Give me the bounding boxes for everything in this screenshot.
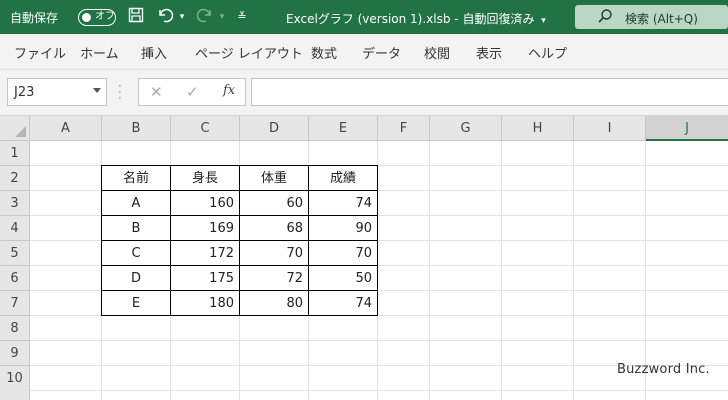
gridline bbox=[573, 141, 574, 400]
table-cell[interactable]: 175 bbox=[171, 266, 240, 291]
name-box[interactable]: J23 bbox=[7, 78, 107, 106]
search-label: 検索 (Alt+Q) bbox=[625, 12, 698, 26]
undo-dropdown-icon[interactable]: ▾ bbox=[172, 7, 192, 27]
row-header-7[interactable]: 7 bbox=[0, 291, 30, 316]
column-header-f[interactable]: F bbox=[378, 116, 430, 141]
redo-dropdown-icon: ▾ bbox=[219, 12, 225, 22]
search-box[interactable]: 検索 (Alt+Q) bbox=[575, 5, 728, 29]
table-cell[interactable]: 80 bbox=[240, 291, 309, 316]
table-cell[interactable]: 74 bbox=[309, 191, 378, 216]
insert-function-button[interactable]: fx bbox=[223, 83, 235, 98]
gridline bbox=[429, 141, 430, 400]
table-cell[interactable]: A bbox=[101, 191, 171, 216]
row-header-9[interactable]: 9 bbox=[0, 341, 30, 366]
column-header-b[interactable]: B bbox=[102, 116, 171, 141]
column-header-h[interactable]: H bbox=[502, 116, 574, 141]
worksheet-grid[interactable]: A B C D E F G H I J 1 2 3 4 5 6 7 8 9 10… bbox=[0, 116, 728, 400]
customize-quick-access-icon[interactable]: ≚ bbox=[232, 7, 252, 27]
table-cell[interactable]: D bbox=[101, 266, 171, 291]
enter-entry-icon[interactable]: ✓ bbox=[186, 83, 199, 101]
autosave-toggle-label: オフ bbox=[95, 11, 115, 22]
column-header-e[interactable]: E bbox=[309, 116, 378, 141]
tab-review[interactable]: 校閲 bbox=[424, 43, 450, 62]
row-header-4[interactable]: 4 bbox=[0, 216, 30, 241]
column-header-c[interactable]: C bbox=[171, 116, 240, 141]
row-header-10[interactable]: 10 bbox=[0, 366, 30, 400]
title-dropdown-icon[interactable]: ▾ bbox=[541, 16, 546, 26]
formula-buttons: ✕ ✓ fx bbox=[138, 78, 246, 106]
table-cell[interactable]: 70 bbox=[309, 241, 378, 266]
title-bar: 自動保存 オフ ▾ ▾ ≚ Excelグラフ (version 1).xlsb … bbox=[0, 0, 728, 34]
table-cell[interactable]: B bbox=[101, 216, 171, 241]
tab-help[interactable]: ヘルプ bbox=[528, 43, 567, 62]
row-header-1[interactable]: 1 bbox=[0, 141, 30, 166]
table-cell[interactable]: 90 bbox=[309, 216, 378, 241]
autosave-label: 自動保存 bbox=[10, 11, 59, 25]
table-cell[interactable]: 68 bbox=[240, 216, 309, 241]
name-box-dropdown-icon[interactable] bbox=[93, 88, 101, 93]
row-header-5[interactable]: 5 bbox=[0, 241, 30, 266]
table-cell[interactable]: 172 bbox=[171, 241, 240, 266]
tab-home[interactable]: ホーム bbox=[80, 43, 119, 62]
row-header-6[interactable]: 6 bbox=[0, 266, 30, 291]
table-cell[interactable]: 50 bbox=[309, 266, 378, 291]
save-icon[interactable] bbox=[126, 7, 146, 27]
tab-formulas[interactable]: 数式 bbox=[311, 43, 337, 62]
file-title-text: Excelグラフ (version 1).xlsb - 自動回復済み bbox=[286, 12, 535, 26]
formula-input[interactable] bbox=[251, 78, 728, 106]
name-box-value: J23 bbox=[14, 85, 35, 100]
table-cell[interactable]: 70 bbox=[240, 241, 309, 266]
toggle-knob bbox=[82, 12, 91, 22]
autosave-toggle[interactable]: オフ bbox=[78, 9, 116, 26]
tab-data[interactable]: データ bbox=[362, 43, 401, 62]
window-title: Excelグラフ (version 1).xlsb - 自動回復済み ▾ bbox=[286, 10, 546, 27]
column-header-j[interactable]: J bbox=[646, 116, 728, 141]
tab-view[interactable]: 表示 bbox=[476, 43, 502, 62]
cancel-entry-icon[interactable]: ✕ bbox=[150, 83, 163, 101]
tab-insert[interactable]: 挿入 bbox=[141, 43, 167, 62]
formula-bar: J23 · · · ✕ ✓ fx bbox=[0, 70, 728, 116]
select-all-button[interactable] bbox=[0, 116, 30, 141]
table-header-height[interactable]: 身長 bbox=[171, 165, 240, 191]
table-cell[interactable]: E bbox=[101, 291, 171, 316]
search-icon bbox=[598, 9, 612, 23]
column-header-d[interactable]: D bbox=[240, 116, 309, 141]
row-header-8[interactable]: 8 bbox=[0, 316, 30, 341]
tab-page-layout[interactable]: ページ レイアウト bbox=[195, 43, 303, 62]
table-header-score[interactable]: 成績 bbox=[309, 165, 378, 191]
column-header-i[interactable]: I bbox=[574, 116, 646, 141]
table-cell[interactable]: 60 bbox=[240, 191, 309, 216]
table-cell[interactable]: 169 bbox=[171, 216, 240, 241]
table-header-name[interactable]: 名前 bbox=[101, 165, 171, 191]
table-cell[interactable]: 72 bbox=[240, 266, 309, 291]
table-cell[interactable]: 74 bbox=[309, 291, 378, 316]
ribbon-tabs: ファイル ホーム 挿入 ページ レイアウト 数式 データ 校閲 表示 ヘルプ bbox=[0, 34, 728, 70]
table-cell[interactable]: C bbox=[101, 241, 171, 266]
select-all-triangle-icon bbox=[15, 126, 26, 137]
formula-bar-grip-icon[interactable]: · · · bbox=[118, 80, 122, 104]
gridline bbox=[501, 141, 502, 400]
table-cell[interactable]: 180 bbox=[171, 291, 240, 316]
table-header-weight[interactable]: 体重 bbox=[240, 165, 309, 191]
gridline bbox=[30, 340, 728, 341]
row-header-3[interactable]: 3 bbox=[0, 191, 30, 216]
row-header-2[interactable]: 2 bbox=[0, 166, 30, 191]
table-cell[interactable]: 160 bbox=[171, 191, 240, 216]
column-header-g[interactable]: G bbox=[430, 116, 502, 141]
watermark: Buzzword Inc. bbox=[617, 362, 710, 377]
column-header-a[interactable]: A bbox=[30, 116, 102, 141]
tab-file[interactable]: ファイル bbox=[14, 43, 66, 62]
gridline bbox=[30, 390, 728, 391]
